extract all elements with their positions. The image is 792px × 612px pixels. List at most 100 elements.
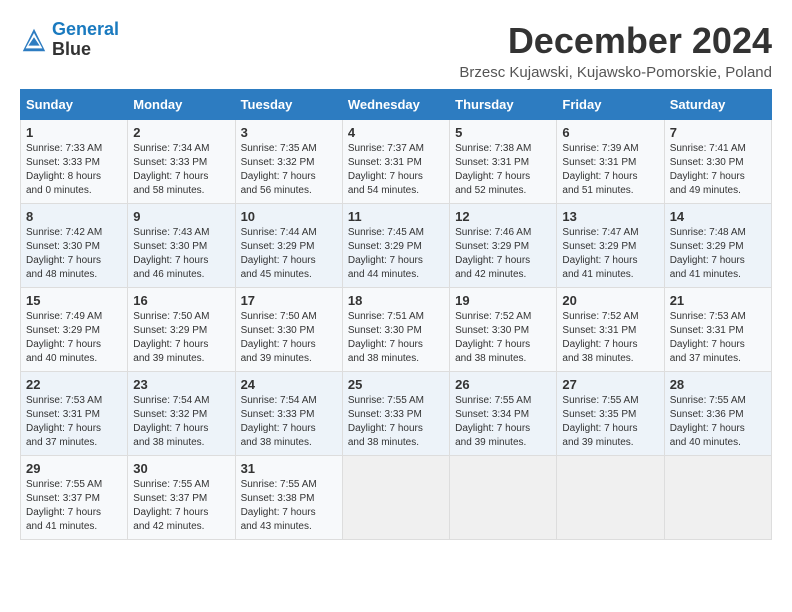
day-detail: Sunrise: 7:48 AM Sunset: 3:29 PM Dayligh… bbox=[670, 226, 766, 282]
calendar-cell: 5 Sunrise: 7:38 AM Sunset: 3:31 PM Dayli… bbox=[450, 120, 557, 204]
calendar-cell bbox=[664, 456, 771, 540]
calendar-cell: 14 Sunrise: 7:48 AM Sunset: 3:29 PM Dayl… bbox=[664, 204, 771, 288]
day-number: 8 bbox=[26, 209, 122, 224]
day-detail: Sunrise: 7:47 AM Sunset: 3:29 PM Dayligh… bbox=[562, 226, 658, 282]
weekday-header-thursday: Thursday bbox=[450, 90, 557, 120]
day-number: 12 bbox=[455, 209, 551, 224]
day-detail: Sunrise: 7:55 AM Sunset: 3:35 PM Dayligh… bbox=[562, 394, 658, 450]
calendar-cell: 28 Sunrise: 7:55 AM Sunset: 3:36 PM Dayl… bbox=[664, 372, 771, 456]
calendar-cell: 20 Sunrise: 7:52 AM Sunset: 3:31 PM Dayl… bbox=[557, 288, 664, 372]
calendar-cell: 18 Sunrise: 7:51 AM Sunset: 3:30 PM Dayl… bbox=[342, 288, 449, 372]
calendar-cell: 29 Sunrise: 7:55 AM Sunset: 3:37 PM Dayl… bbox=[21, 456, 128, 540]
day-detail: Sunrise: 7:43 AM Sunset: 3:30 PM Dayligh… bbox=[133, 226, 229, 282]
day-number: 14 bbox=[670, 209, 766, 224]
day-number: 11 bbox=[348, 209, 444, 224]
day-number: 22 bbox=[26, 377, 122, 392]
day-detail: Sunrise: 7:55 AM Sunset: 3:38 PM Dayligh… bbox=[241, 478, 337, 534]
day-number: 5 bbox=[455, 125, 551, 140]
calendar-week-5: 29 Sunrise: 7:55 AM Sunset: 3:37 PM Dayl… bbox=[21, 456, 772, 540]
calendar-cell: 15 Sunrise: 7:49 AM Sunset: 3:29 PM Dayl… bbox=[21, 288, 128, 372]
calendar-week-1: 1 Sunrise: 7:33 AM Sunset: 3:33 PM Dayli… bbox=[21, 120, 772, 204]
day-number: 26 bbox=[455, 377, 551, 392]
day-number: 31 bbox=[241, 461, 337, 476]
calendar-week-2: 8 Sunrise: 7:42 AM Sunset: 3:30 PM Dayli… bbox=[21, 204, 772, 288]
calendar-cell: 6 Sunrise: 7:39 AM Sunset: 3:31 PM Dayli… bbox=[557, 120, 664, 204]
day-detail: Sunrise: 7:55 AM Sunset: 3:33 PM Dayligh… bbox=[348, 394, 444, 450]
day-number: 19 bbox=[455, 293, 551, 308]
weekday-header-wednesday: Wednesday bbox=[342, 90, 449, 120]
day-detail: Sunrise: 7:54 AM Sunset: 3:33 PM Dayligh… bbox=[241, 394, 337, 450]
weekday-header-saturday: Saturday bbox=[664, 90, 771, 120]
day-detail: Sunrise: 7:51 AM Sunset: 3:30 PM Dayligh… bbox=[348, 310, 444, 366]
day-number: 16 bbox=[133, 293, 229, 308]
day-detail: Sunrise: 7:54 AM Sunset: 3:32 PM Dayligh… bbox=[133, 394, 229, 450]
day-detail: Sunrise: 7:41 AM Sunset: 3:30 PM Dayligh… bbox=[670, 142, 766, 198]
day-number: 25 bbox=[348, 377, 444, 392]
day-number: 28 bbox=[670, 377, 766, 392]
calendar-cell: 2 Sunrise: 7:34 AM Sunset: 3:33 PM Dayli… bbox=[128, 120, 235, 204]
day-detail: Sunrise: 7:53 AM Sunset: 3:31 PM Dayligh… bbox=[670, 310, 766, 366]
calendar-cell: 23 Sunrise: 7:54 AM Sunset: 3:32 PM Dayl… bbox=[128, 372, 235, 456]
day-number: 21 bbox=[670, 293, 766, 308]
day-detail: Sunrise: 7:53 AM Sunset: 3:31 PM Dayligh… bbox=[26, 394, 122, 450]
location-subtitle: Brzesc Kujawski, Kujawsko-Pomorskie, Pol… bbox=[459, 64, 772, 81]
day-number: 17 bbox=[241, 293, 337, 308]
calendar-cell: 4 Sunrise: 7:37 AM Sunset: 3:31 PM Dayli… bbox=[342, 120, 449, 204]
day-detail: Sunrise: 7:55 AM Sunset: 3:37 PM Dayligh… bbox=[26, 478, 122, 534]
calendar-cell: 31 Sunrise: 7:55 AM Sunset: 3:38 PM Dayl… bbox=[235, 456, 342, 540]
weekday-header-monday: Monday bbox=[128, 90, 235, 120]
day-number: 2 bbox=[133, 125, 229, 140]
day-number: 6 bbox=[562, 125, 658, 140]
day-detail: Sunrise: 7:39 AM Sunset: 3:31 PM Dayligh… bbox=[562, 142, 658, 198]
day-detail: Sunrise: 7:37 AM Sunset: 3:31 PM Dayligh… bbox=[348, 142, 444, 198]
calendar-cell: 21 Sunrise: 7:53 AM Sunset: 3:31 PM Dayl… bbox=[664, 288, 771, 372]
day-detail: Sunrise: 7:42 AM Sunset: 3:30 PM Dayligh… bbox=[26, 226, 122, 282]
day-number: 24 bbox=[241, 377, 337, 392]
logo: General Blue bbox=[20, 20, 119, 60]
calendar-week-4: 22 Sunrise: 7:53 AM Sunset: 3:31 PM Dayl… bbox=[21, 372, 772, 456]
calendar-cell: 16 Sunrise: 7:50 AM Sunset: 3:29 PM Dayl… bbox=[128, 288, 235, 372]
calendar-cell: 27 Sunrise: 7:55 AM Sunset: 3:35 PM Dayl… bbox=[557, 372, 664, 456]
calendar-cell: 26 Sunrise: 7:55 AM Sunset: 3:34 PM Dayl… bbox=[450, 372, 557, 456]
calendar-cell: 24 Sunrise: 7:54 AM Sunset: 3:33 PM Dayl… bbox=[235, 372, 342, 456]
calendar-cell: 1 Sunrise: 7:33 AM Sunset: 3:33 PM Dayli… bbox=[21, 120, 128, 204]
day-detail: Sunrise: 7:38 AM Sunset: 3:31 PM Dayligh… bbox=[455, 142, 551, 198]
day-detail: Sunrise: 7:52 AM Sunset: 3:31 PM Dayligh… bbox=[562, 310, 658, 366]
calendar-cell: 30 Sunrise: 7:55 AM Sunset: 3:37 PM Dayl… bbox=[128, 456, 235, 540]
calendar-cell bbox=[342, 456, 449, 540]
day-number: 18 bbox=[348, 293, 444, 308]
calendar-cell: 19 Sunrise: 7:52 AM Sunset: 3:30 PM Dayl… bbox=[450, 288, 557, 372]
day-number: 27 bbox=[562, 377, 658, 392]
weekday-header-sunday: Sunday bbox=[21, 90, 128, 120]
day-detail: Sunrise: 7:55 AM Sunset: 3:36 PM Dayligh… bbox=[670, 394, 766, 450]
title-block: December 2024 Brzesc Kujawski, Kujawsko-… bbox=[459, 20, 772, 81]
day-detail: Sunrise: 7:50 AM Sunset: 3:30 PM Dayligh… bbox=[241, 310, 337, 366]
logo-text: General Blue bbox=[52, 20, 119, 60]
calendar-cell: 3 Sunrise: 7:35 AM Sunset: 3:32 PM Dayli… bbox=[235, 120, 342, 204]
weekday-header-row: SundayMondayTuesdayWednesdayThursdayFrid… bbox=[21, 90, 772, 120]
day-number: 10 bbox=[241, 209, 337, 224]
calendar-cell bbox=[557, 456, 664, 540]
day-number: 15 bbox=[26, 293, 122, 308]
day-detail: Sunrise: 7:35 AM Sunset: 3:32 PM Dayligh… bbox=[241, 142, 337, 198]
day-detail: Sunrise: 7:55 AM Sunset: 3:34 PM Dayligh… bbox=[455, 394, 551, 450]
calendar-table: SundayMondayTuesdayWednesdayThursdayFrid… bbox=[20, 89, 772, 540]
calendar-cell bbox=[450, 456, 557, 540]
calendar-cell: 13 Sunrise: 7:47 AM Sunset: 3:29 PM Dayl… bbox=[557, 204, 664, 288]
day-number: 4 bbox=[348, 125, 444, 140]
day-number: 20 bbox=[562, 293, 658, 308]
day-number: 13 bbox=[562, 209, 658, 224]
day-number: 1 bbox=[26, 125, 122, 140]
page-header: General Blue December 2024 Brzesc Kujaws… bbox=[20, 20, 772, 81]
calendar-cell: 12 Sunrise: 7:46 AM Sunset: 3:29 PM Dayl… bbox=[450, 204, 557, 288]
day-number: 29 bbox=[26, 461, 122, 476]
calendar-week-3: 15 Sunrise: 7:49 AM Sunset: 3:29 PM Dayl… bbox=[21, 288, 772, 372]
month-title: December 2024 bbox=[459, 20, 772, 62]
day-number: 30 bbox=[133, 461, 229, 476]
day-number: 7 bbox=[670, 125, 766, 140]
day-detail: Sunrise: 7:34 AM Sunset: 3:33 PM Dayligh… bbox=[133, 142, 229, 198]
day-number: 3 bbox=[241, 125, 337, 140]
weekday-header-friday: Friday bbox=[557, 90, 664, 120]
calendar-cell: 7 Sunrise: 7:41 AM Sunset: 3:30 PM Dayli… bbox=[664, 120, 771, 204]
calendar-body: 1 Sunrise: 7:33 AM Sunset: 3:33 PM Dayli… bbox=[21, 120, 772, 540]
